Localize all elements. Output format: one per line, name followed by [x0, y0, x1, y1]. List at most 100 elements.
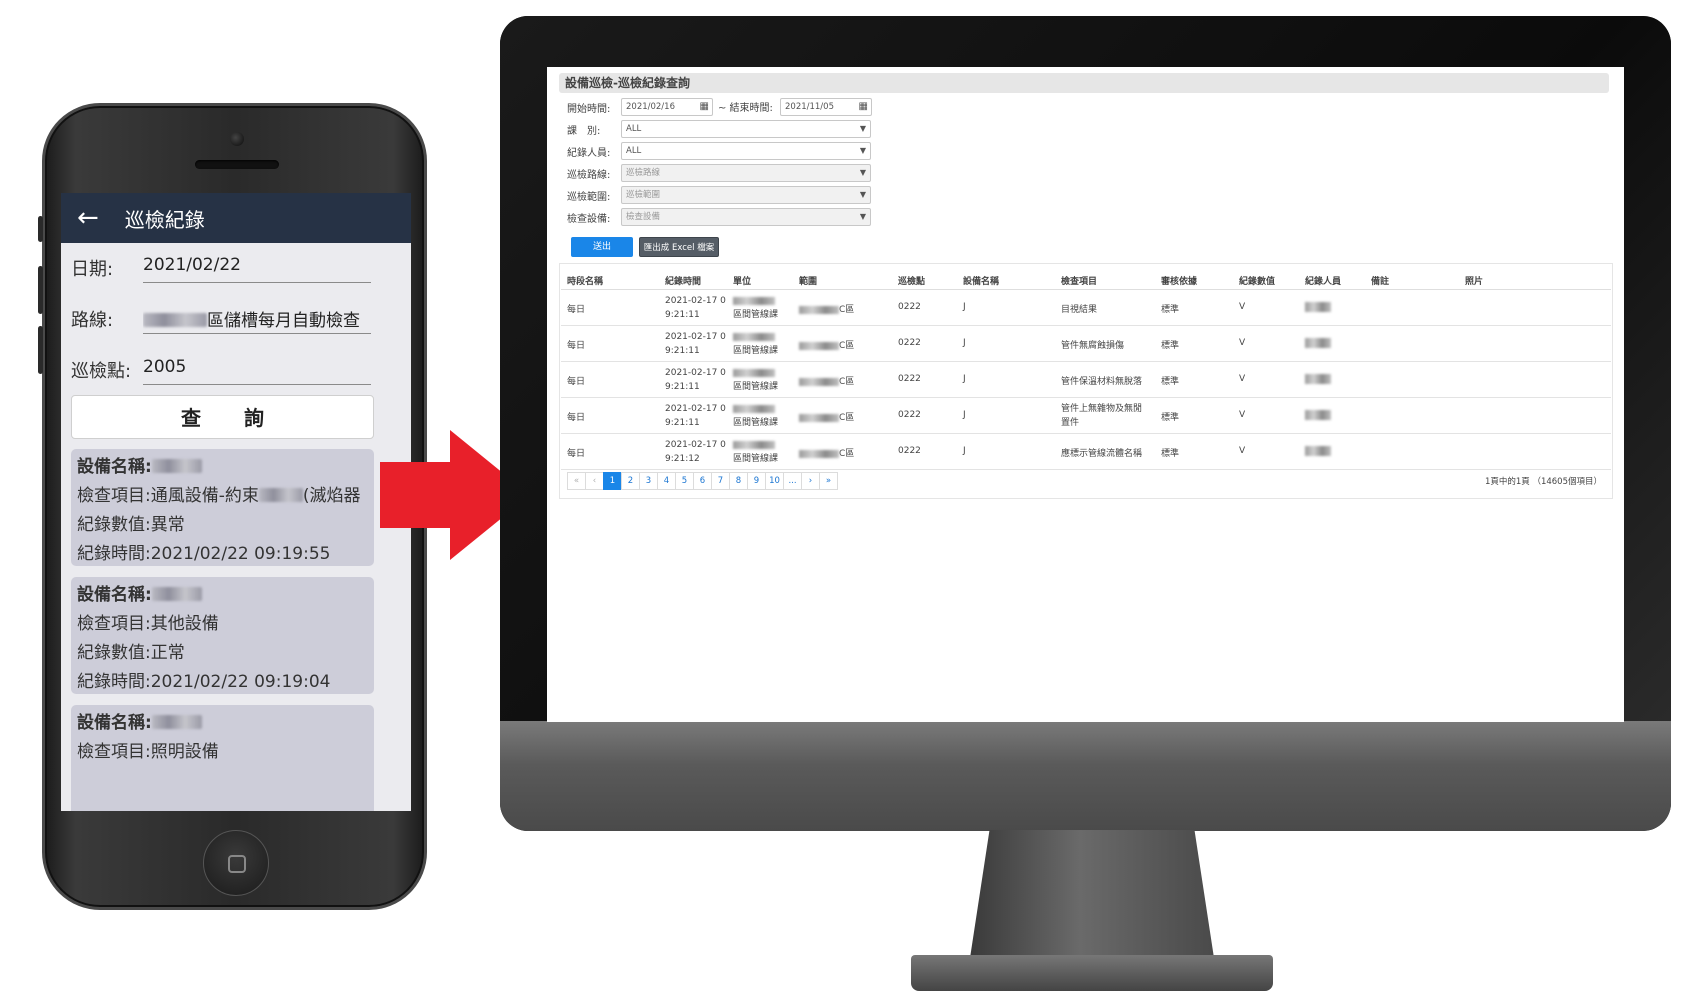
equipment-select[interactable]: 檢查設備 ▼ — [621, 208, 871, 226]
table-row[interactable]: 每日 2021-02-17 0 9:21:11 區間管線課 C區 0222 J 管… — [561, 362, 1611, 398]
unit-text: 區間管線課 — [733, 382, 779, 392]
column-header[interactable]: 紀錄人員 — [1305, 274, 1341, 287]
calendar-icon[interactable]: ▦ — [700, 99, 709, 115]
route-placeholder: 巡檢路線 — [626, 168, 661, 178]
page-button-9[interactable]: 9 — [747, 472, 766, 490]
area-cell: C區 — [799, 338, 854, 351]
class-value: ALL — [626, 124, 642, 134]
app-bar: ← 巡檢紀錄 — [61, 193, 411, 243]
table-row[interactable]: 每日 2021-02-17 0 9:21:12 區間管線課 C區 0222 J 應… — [561, 434, 1611, 470]
redacted-text — [733, 440, 775, 449]
page-button-6[interactable]: 6 — [693, 472, 712, 490]
page-button-1[interactable]: 1 — [603, 472, 622, 490]
route-select[interactable]: 巡檢路線 ▼ — [621, 164, 871, 182]
column-header[interactable]: 巡檢點 — [898, 274, 925, 287]
record-card[interactable]: 設備名稱: 檢查項目:其他設備 紀錄數值:正常 紀錄時間:2021/02/22 … — [71, 577, 374, 694]
ellipsis-button[interactable]: ... — [783, 472, 802, 490]
time-cell: 2021-02-17 0 9:21:11 — [665, 294, 726, 322]
unit-cell: 區間管線課 — [733, 294, 778, 322]
end-time-input[interactable]: 2021/11/05 ▦ — [780, 98, 872, 116]
equipment-name-line: 設備名稱: — [77, 581, 368, 610]
record-card[interactable]: 設備名稱: 檢查項目:通風設備-約束 (滅焰器 紀錄數值:異常 紀錄時間:2021… — [71, 449, 374, 566]
column-header[interactable]: 檢查項目 — [1061, 274, 1097, 287]
first-page-button[interactable]: « — [567, 472, 586, 490]
area-text: C區 — [839, 377, 855, 387]
check-item-label: 檢查項目: — [77, 742, 151, 762]
page-button-5[interactable]: 5 — [675, 472, 694, 490]
export-excel-button[interactable]: 匯出成 Excel 檔案 — [639, 237, 719, 257]
recorder-cell — [1305, 374, 1331, 385]
table-row[interactable]: 每日 2021-02-17 0 9:21:11 區間管線課 C區 0222 J 目… — [561, 290, 1611, 326]
dropdown-caret-icon: ▼ — [859, 168, 866, 177]
route-field[interactable]: 區儲槽每月自動檢查 — [143, 306, 371, 334]
submit-button[interactable]: 送出 — [571, 237, 633, 257]
route-filter-row: 巡檢路線: 巡檢路線 ▼ — [567, 163, 887, 183]
area-cell: C區 — [799, 410, 854, 423]
column-header[interactable]: 範圍 — [799, 274, 817, 287]
column-header[interactable]: 紀錄時間 — [665, 274, 701, 287]
column-header[interactable]: 備註 — [1371, 274, 1389, 287]
start-time-input[interactable]: 2021/02/16 ▦ — [621, 98, 713, 116]
page-button-7[interactable]: 7 — [711, 472, 730, 490]
area-cell: C區 — [799, 302, 854, 315]
next-page-button[interactable]: › — [801, 472, 820, 490]
column-header[interactable]: 照片 — [1465, 274, 1483, 287]
back-arrow-icon[interactable]: ← — [77, 205, 99, 231]
start-time-label: 開始時間: — [567, 104, 611, 115]
page-button-8[interactable]: 8 — [729, 472, 748, 490]
equipment-cell: J — [963, 302, 966, 312]
check-item-line: 檢查項目:照明設備 — [77, 738, 368, 767]
page-button-10[interactable]: 10 — [765, 472, 784, 490]
recorder-select[interactable]: ALL ▼ — [621, 142, 871, 160]
page-button-4[interactable]: 4 — [657, 472, 676, 490]
point-cell: 0222 — [898, 410, 921, 420]
record-value-line: 紀錄數值:正常 — [77, 639, 368, 668]
query-button[interactable]: 查 詢 — [71, 395, 374, 439]
record-time: 2021/02/22 09:19:55 — [150, 544, 331, 564]
route-row: 路線: 區儲槽每月自動檢查 — [61, 294, 411, 345]
value-cell: V — [1239, 410, 1246, 420]
column-header[interactable]: 設備名稱 — [963, 274, 999, 287]
area-text: C區 — [839, 449, 855, 459]
table-row[interactable]: 每日 2021-02-17 0 9:21:11 區間管線課 C區 0222 J 管… — [561, 398, 1611, 434]
table-row[interactable]: 每日 2021-02-17 0 9:21:11 區間管線課 C區 0222 J 管… — [561, 326, 1611, 362]
check-item-cell: 應標示管線流體名稱 — [1061, 449, 1143, 459]
record-value: 正常 — [150, 643, 185, 663]
unit-cell: 區間管線課 — [733, 402, 778, 430]
redacted-text — [1305, 338, 1331, 348]
record-card[interactable]: 設備名稱: 檢查項目:照明設備 — [71, 705, 374, 811]
date-field[interactable]: 2021/02/22 — [143, 255, 371, 283]
time-date: 2021-02-17 0 — [665, 404, 726, 414]
area-filter-label: 巡檢範圍: — [567, 192, 611, 203]
time-date: 2021-02-17 0 — [665, 332, 726, 342]
column-header[interactable]: 時段名稱 — [567, 274, 603, 287]
redacted-text — [733, 296, 775, 305]
unit-cell: 區間管線課 — [733, 366, 778, 394]
column-header[interactable]: 紀錄數值 — [1239, 274, 1275, 287]
period-cell: 每日 — [567, 449, 586, 459]
time-clock: 9:21:11 — [665, 346, 700, 356]
recorder-cell — [1305, 302, 1331, 313]
calendar-icon[interactable]: ▦ — [859, 99, 868, 115]
period-cell: 每日 — [567, 377, 586, 387]
phone-speaker — [195, 160, 279, 169]
recorder-cell — [1305, 338, 1331, 349]
redacted-text — [1305, 410, 1331, 420]
redacted-text — [799, 413, 839, 422]
basis-cell: 標準 — [1161, 341, 1180, 351]
home-button-icon[interactable] — [203, 830, 269, 896]
point-field[interactable]: 2005 — [143, 357, 371, 385]
area-select[interactable]: 巡檢範圍 ▼ — [621, 186, 871, 204]
page-button-3[interactable]: 3 — [639, 472, 658, 490]
column-header[interactable]: 審核依據 — [1161, 274, 1197, 287]
basis-cell: 標準 — [1161, 305, 1180, 315]
time-cell: 2021-02-17 0 9:21:11 — [665, 402, 726, 430]
period-cell: 每日 — [567, 341, 586, 351]
app-title: 巡檢紀錄 — [124, 207, 205, 232]
column-header[interactable]: 單位 — [733, 274, 751, 287]
prev-page-button[interactable]: ‹ — [585, 472, 604, 490]
page-button-2[interactable]: 2 — [621, 472, 640, 490]
class-select[interactable]: ALL ▼ — [621, 120, 871, 138]
last-page-button[interactable]: » — [819, 472, 838, 490]
time-cell: 2021-02-17 0 9:21:11 — [665, 330, 726, 358]
